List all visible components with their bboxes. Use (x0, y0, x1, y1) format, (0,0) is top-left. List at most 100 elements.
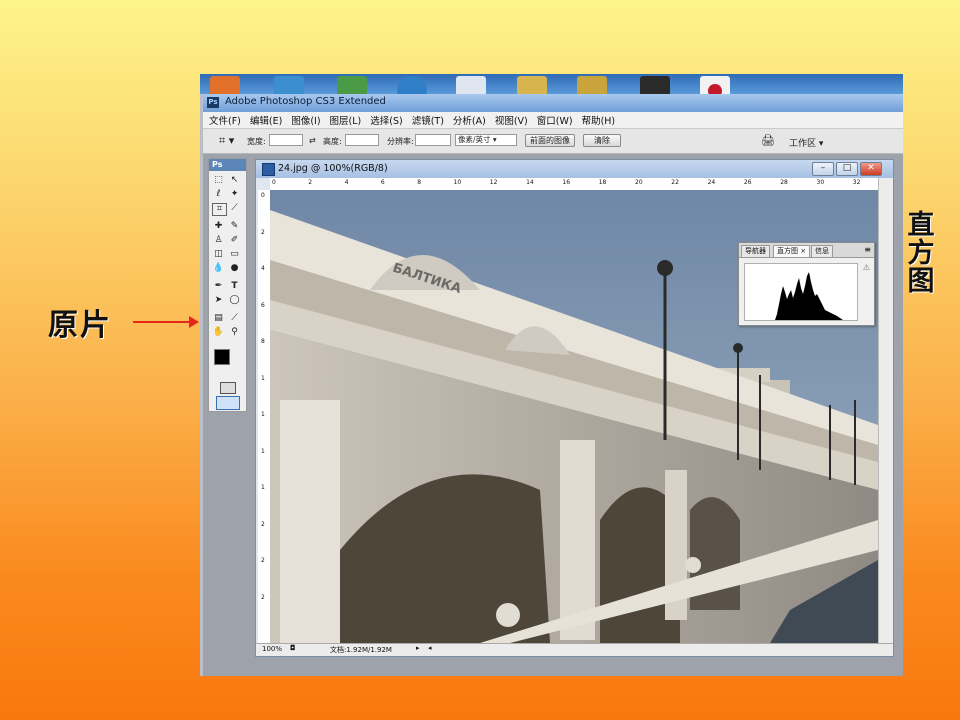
vertical-scrollbar[interactable] (878, 178, 893, 643)
toolbox-header: Ps (209, 159, 246, 171)
resolution-input[interactable] (415, 134, 451, 146)
document-title: 24.jpg @ 100%(RGB/8) (278, 163, 388, 174)
ruler-top-label: 2 (308, 179, 313, 186)
document-titlebar[interactable]: 24.jpg @ 100%(RGB/8) – □ ✕ (256, 160, 893, 178)
lasso-tool-icon[interactable]: ℓ (212, 189, 225, 200)
menu-window[interactable]: 窗口(W) (537, 113, 573, 127)
menu-view[interactable]: 视图(V) (495, 113, 528, 127)
hand-tool-icon[interactable]: ✋ (212, 327, 225, 338)
ruler-left-label: 2 (261, 593, 265, 601)
menu-select[interactable]: 选择(S) (370, 113, 402, 127)
ruler-left-label: 2 (261, 557, 265, 564)
foreground-color-swatch[interactable] (214, 349, 230, 365)
tab-histogram-close-icon[interactable]: × (800, 247, 806, 255)
menu-image[interactable]: 图像(I) (291, 113, 320, 127)
slice-tool-icon[interactable]: ⟋ (228, 203, 241, 214)
palette-well-icon[interactable]: 🖨 (761, 134, 775, 147)
app-titlebar[interactable]: Ps Adobe Photoshop CS3 Extended (203, 94, 903, 112)
menu-analysis[interactable]: 分析(A) (453, 113, 486, 127)
menu-file[interactable]: 文件(F) (209, 113, 241, 127)
menu-edit[interactable]: 编辑(E) (250, 113, 282, 127)
ruler-top-label: 4 (344, 179, 349, 186)
document-window: 24.jpg @ 100%(RGB/8) – □ ✕ 0 2 4 6 8 10 12 14 16… (255, 159, 894, 657)
history-brush-tool-icon[interactable]: ✐ (228, 235, 241, 246)
marquee-tool-icon[interactable]: ⬚ (212, 175, 225, 186)
ruler-left-label: 8 (261, 338, 265, 345)
unit-select[interactable]: 像素/英寸 ▾ (455, 134, 517, 146)
ruler-top-label: 32 (852, 179, 861, 186)
crop-tool-icon[interactable]: ⌗ ▾ (219, 134, 234, 148)
histogram-chart (775, 272, 843, 320)
ruler-top-label: 10 (453, 179, 462, 186)
minimize-icon[interactable]: – (812, 162, 834, 176)
magic-wand-tool-icon[interactable]: ✦ (228, 189, 241, 200)
document-icon (262, 163, 275, 176)
screen-mode-icon[interactable] (216, 396, 240, 410)
ruler-left-label: 4 (261, 265, 265, 272)
menu-filter[interactable]: 滤镜(T) (412, 113, 444, 127)
path-select-tool-icon[interactable]: ➤ (212, 295, 225, 306)
arrow-right-icon (133, 316, 199, 328)
ruler-top-label: 0 (272, 179, 276, 186)
shape-tool-icon[interactable]: ◯ (228, 295, 241, 306)
ruler-top-label: 8 (417, 179, 422, 186)
app-title: Adobe Photoshop CS3 Extended (225, 96, 386, 107)
width-input[interactable] (269, 134, 303, 146)
tab-info[interactable]: 信息 (811, 245, 833, 257)
tab-histogram-label: 直方图 (777, 247, 798, 255)
status-options-icon[interactable]: ◘ (290, 644, 296, 652)
tab-navigator[interactable]: 导航器 (741, 245, 770, 257)
eraser-tool-icon[interactable]: ◫ (212, 249, 225, 260)
ruler-left-label: 0 (261, 192, 265, 199)
warning-icon[interactable]: ⚠ (863, 263, 870, 272)
clone-stamp-tool-icon[interactable]: ♙ (212, 235, 225, 246)
front-image-button[interactable]: 前面的图像 (525, 134, 575, 147)
ruler-top-label: 6 (380, 179, 385, 186)
gradient-tool-icon[interactable]: ▭ (228, 249, 241, 260)
status-menu-arrow-icon[interactable]: ▸ (416, 644, 420, 652)
dodge-tool-icon[interactable]: ● (228, 263, 241, 274)
notes-tool-icon[interactable]: ▤ (212, 313, 225, 324)
menu-help[interactable]: 帮助(H) (582, 113, 616, 127)
photoshop-logo-icon: Ps (207, 97, 219, 108)
zoom-tool-icon[interactable]: ⚲ (228, 327, 241, 338)
pen-tool-icon[interactable]: ✒ (212, 281, 225, 292)
ruler-left-label: 1 (261, 484, 265, 491)
close-icon[interactable]: ✕ (860, 162, 882, 176)
quick-mask-icon[interactable] (220, 382, 236, 394)
histogram-panel: 导航器 直方图 × 信息 ≡ ⚠ (738, 242, 875, 326)
move-tool-icon[interactable]: ↖ (228, 175, 241, 186)
workspace-menu[interactable]: 工作区 ▾ (789, 136, 823, 149)
slide-label-histogram-char: 图 (907, 266, 935, 297)
slide-label-histogram: 直方图 (906, 212, 936, 296)
height-input[interactable] (345, 134, 379, 146)
menu-bar: 文件(F) 编辑(E) 图像(I) 图层(L) 选择(S) 滤镜(T) 分析(A… (203, 112, 903, 129)
maximize-icon[interactable]: □ (836, 162, 858, 176)
swap-icon[interactable]: ⇄ (309, 136, 316, 145)
ruler-top-label: 12 (489, 179, 498, 186)
healing-brush-tool-icon[interactable]: ✚ (212, 221, 225, 232)
ruler-top-label: 16 (562, 179, 571, 186)
ruler-top-label: 18 (598, 179, 607, 186)
ruler-top-label: 20 (635, 179, 643, 186)
zoom-level[interactable]: 100% (262, 645, 282, 653)
brush-tool-icon[interactable]: ✎ (228, 221, 241, 232)
type-tool-icon[interactable]: T (228, 281, 241, 292)
image-canvas[interactable]: БАЛТИКА 导航器 直方图 × 信息 ≡ ⚠ (270, 190, 878, 643)
desktop-icon-strip (200, 74, 903, 106)
tab-histogram[interactable]: 直方图 × (773, 245, 811, 257)
scroll-left-icon[interactable]: ◂ (428, 644, 432, 652)
clear-button[interactable]: 清除 (583, 134, 621, 147)
eyedropper-tool-icon[interactable]: ⟋ (228, 313, 241, 324)
work-area: Ps ⬚ ↖ ℓ ✦ ⌗ ⟋ ✚ ✎ ♙ ✐ ◫ ▭ 💧 ● ✒ T ➤ ◯ ▤… (203, 154, 903, 676)
ruler-top-label: 24 (707, 179, 716, 186)
menu-layer[interactable]: 图层(L) (330, 113, 362, 127)
slide-label-histogram-char: 直 (907, 210, 935, 241)
histogram-graph (744, 263, 858, 321)
crop-tool-icon[interactable]: ⌗ (212, 203, 227, 216)
ruler-top-label: 30 (816, 179, 825, 186)
blur-tool-icon[interactable]: 💧 (212, 263, 225, 274)
panel-menu-icon[interactable]: ≡ (864, 245, 871, 254)
height-label: 高度: (323, 137, 342, 146)
ruler-left-label: 2 (261, 228, 265, 236)
